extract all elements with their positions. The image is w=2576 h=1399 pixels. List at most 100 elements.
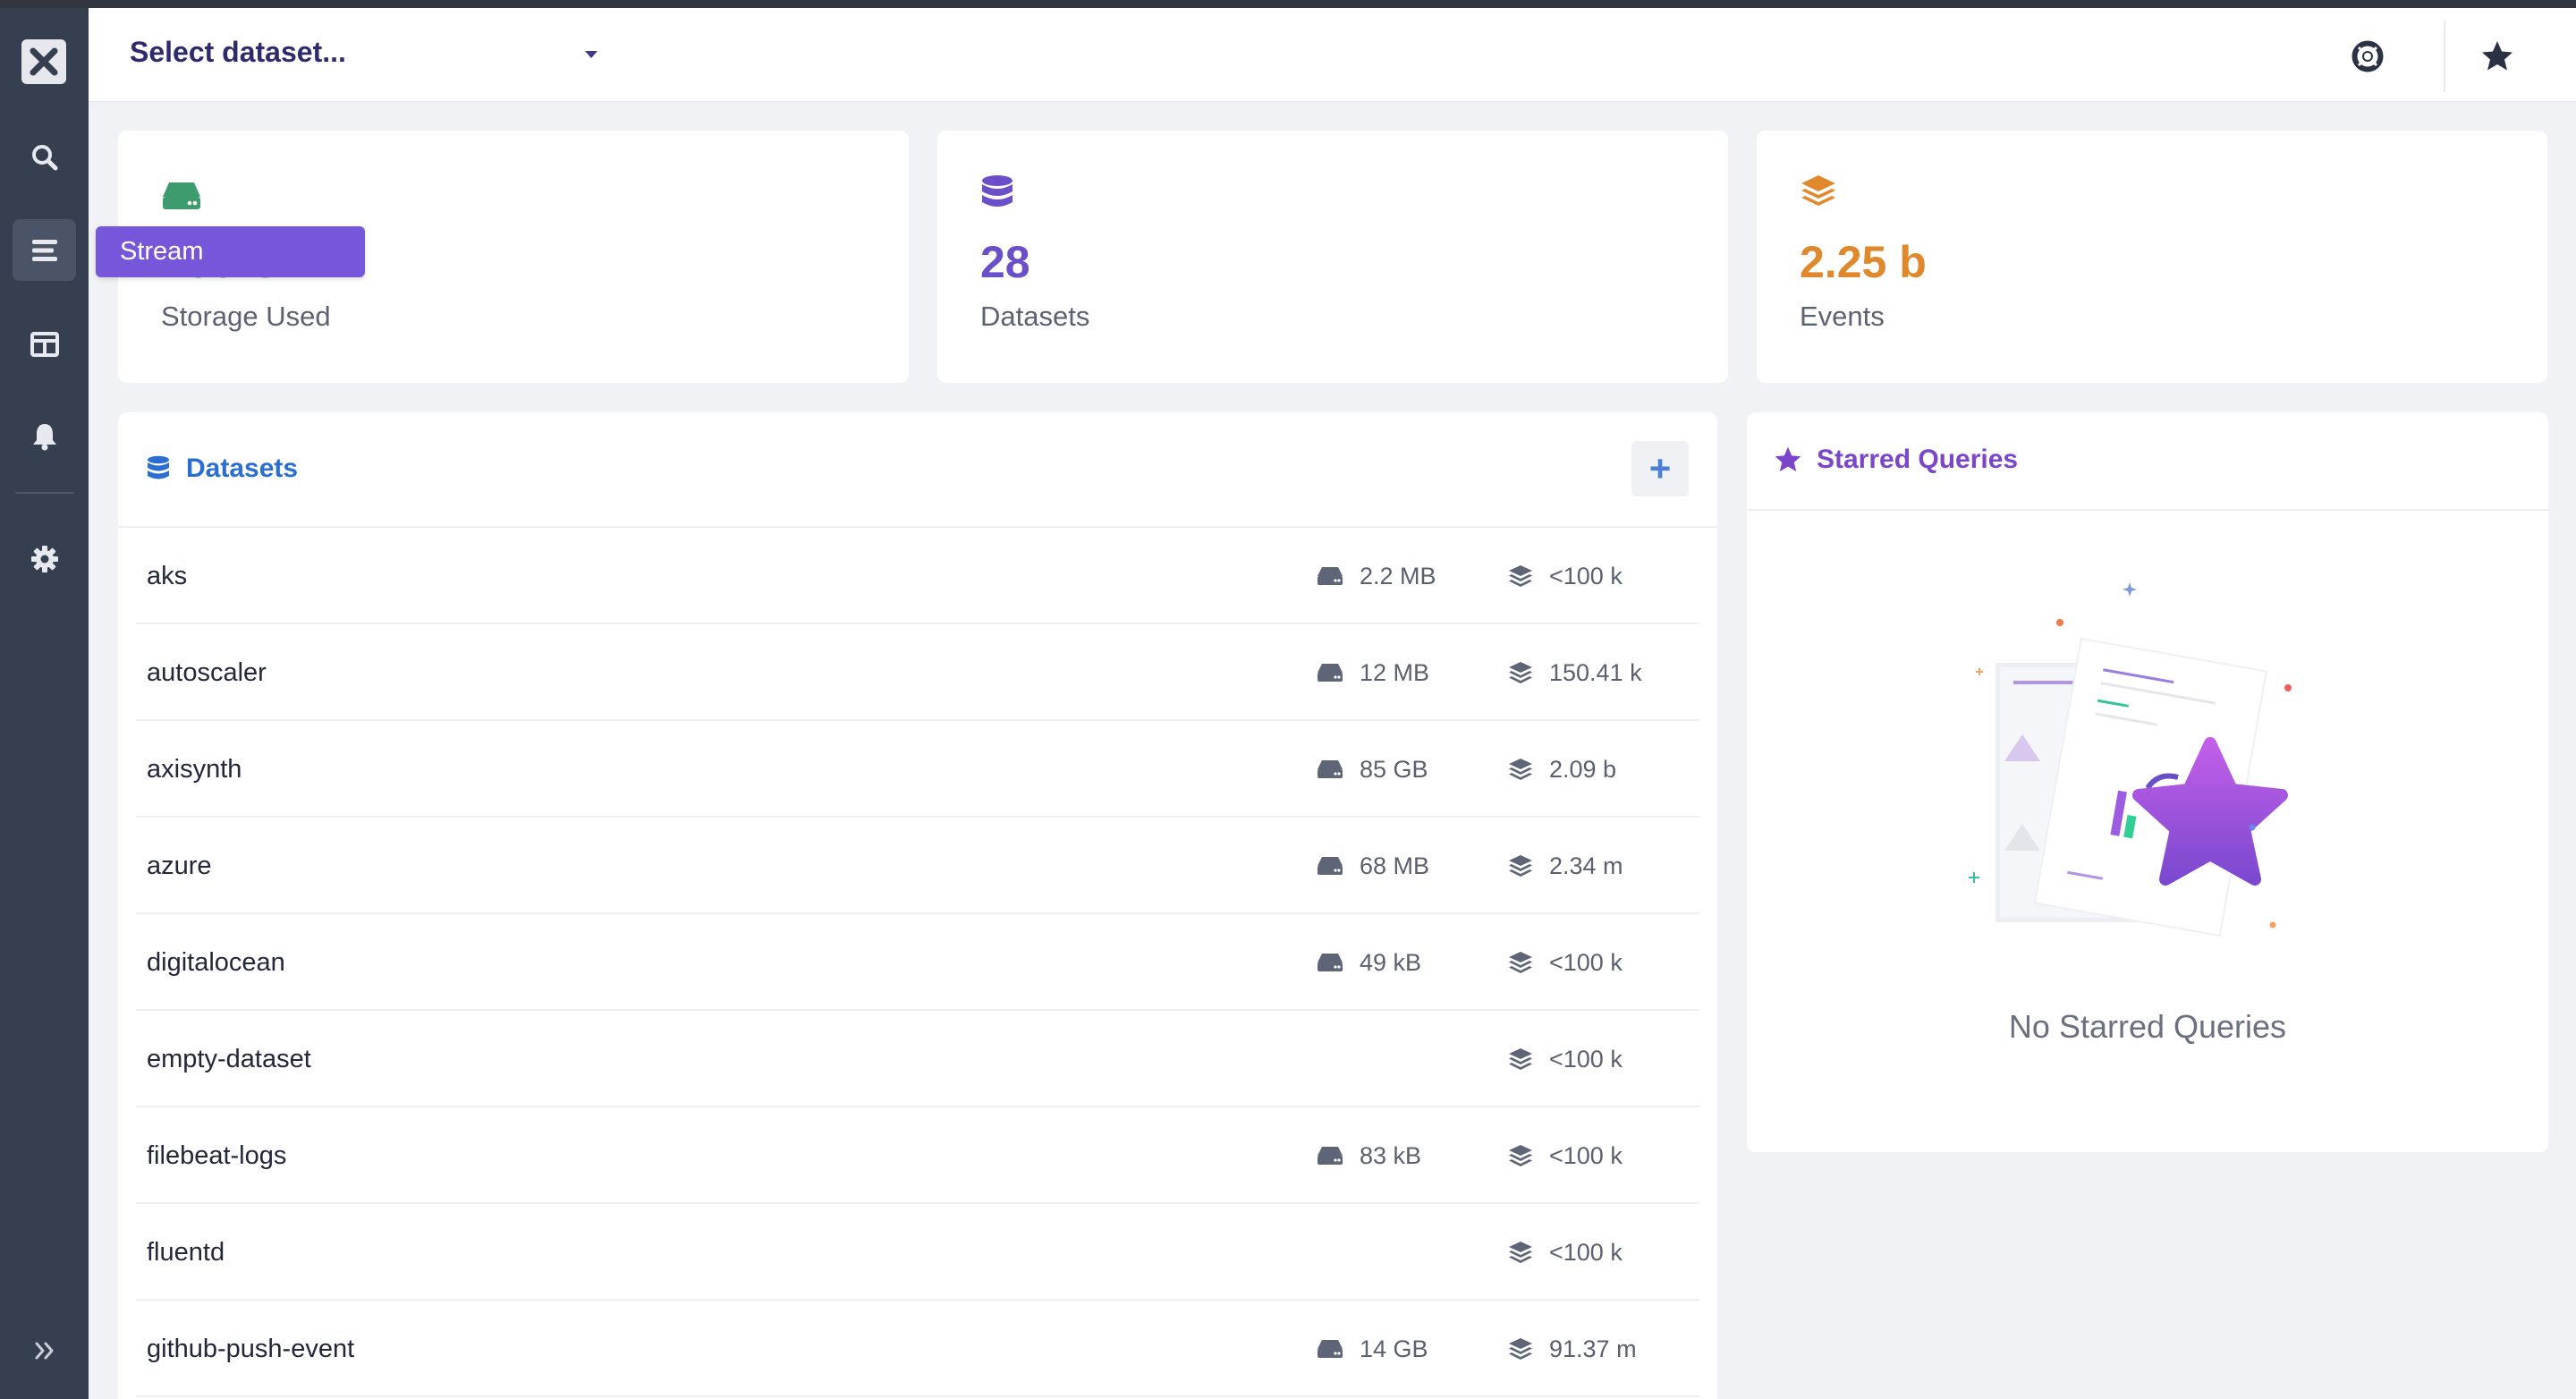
dataset-events-value: 150.41 k	[1549, 658, 1642, 686]
dataset-name[interactable]: github-push-event	[147, 1301, 354, 1397]
dataset-events-value: <100 k	[1549, 1141, 1623, 1169]
search-icon	[31, 144, 57, 170]
stat-label: Events	[1800, 301, 1885, 332]
dataset-size: 2.2 MB	[1317, 528, 1436, 624]
dataset-size-value: 83 kB	[1360, 1141, 1422, 1169]
layers-icon	[1801, 175, 1835, 206]
database-icon	[982, 175, 1013, 207]
gear-icon	[30, 545, 58, 572]
stream-icon	[31, 239, 57, 261]
dataset-row[interactable]: fluentd <100 k	[136, 1204, 1699, 1301]
dataset-events-value: 2.34 m	[1549, 852, 1623, 879]
dataset-name[interactable]: empty-dataset	[147, 1011, 311, 1107]
datasets-panel-title: Datasets	[147, 454, 298, 484]
hdd-icon	[1318, 760, 1343, 778]
dataset-row[interactable]: aks 2.2 MB <100 k	[136, 528, 1699, 624]
logo-x-icon	[30, 47, 58, 76]
dataset-events-value: 2.09 b	[1549, 755, 1617, 783]
stat-card-datasets: 28 Datasets	[937, 131, 1728, 383]
dataset-size-value: 14 GB	[1360, 1335, 1428, 1362]
dataset-select[interactable]: Select dataset...	[130, 36, 346, 69]
dataset-row[interactable]: azure 68 MB 2.34 m	[136, 818, 1699, 914]
dataset-events: <100 k	[1508, 1011, 1623, 1107]
app-logo[interactable]	[21, 39, 66, 84]
dataset-row[interactable]: autoscaler 12 MB 150.41 k	[136, 624, 1699, 721]
layers-icon	[1509, 1242, 1532, 1263]
dataset-size-value: 49 kB	[1360, 948, 1422, 976]
layers-icon	[1509, 1048, 1532, 1070]
dataset-name[interactable]: azure	[147, 818, 212, 914]
layers-icon	[1509, 952, 1532, 973]
stat-card-events: 2.25 b Events	[1757, 131, 2547, 383]
dashboard-icon	[30, 331, 59, 357]
dataset-name[interactable]: filebeat-logs	[147, 1107, 286, 1204]
dataset-events-value: <100 k	[1549, 1238, 1623, 1266]
star-icon[interactable]	[2480, 39, 2514, 73]
stat-value: 28	[980, 237, 1030, 287]
dataset-name[interactable]: axisynth	[147, 721, 242, 818]
sidebar-expand-button[interactable]	[13, 1319, 76, 1381]
dataset-name[interactable]: autoscaler	[147, 624, 267, 721]
layers-icon	[1509, 855, 1532, 877]
sidebar-item-monitors[interactable]	[13, 405, 76, 467]
dataset-size-value: 68 MB	[1360, 852, 1430, 879]
hdd-icon	[163, 182, 200, 209]
layers-icon	[1509, 759, 1532, 780]
no-starred-queries-text: No Starred Queries	[2008, 1008, 2287, 1045]
dataset-size-value: 85 GB	[1360, 755, 1428, 783]
sidebar-item-settings[interactable]	[13, 528, 76, 589]
hdd-icon	[1318, 567, 1343, 585]
dataset-row[interactable]: filebeat-logs 83 kB <100 k	[136, 1107, 1699, 1204]
sidebar-item-stream[interactable]	[13, 219, 76, 281]
hdd-icon	[1318, 954, 1343, 971]
dataset-row[interactable]: empty-dataset <100 k	[136, 1011, 1699, 1107]
dataset-size: 12 MB	[1317, 624, 1429, 721]
add-dataset-button[interactable]: +	[1631, 441, 1689, 496]
dataset-events-value: 91.37 m	[1549, 1335, 1637, 1362]
dataset-name[interactable]: aks	[147, 528, 187, 624]
dataset-name[interactable]: digitalocean	[147, 914, 285, 1011]
dataset-events: <100 k	[1508, 1204, 1623, 1301]
dataset-row[interactable]: github-push-event 14 GB 91.37 m	[136, 1301, 1699, 1397]
dataset-events: 91.37 m	[1508, 1301, 1637, 1397]
sidebar-item-dashboards[interactable]	[13, 313, 76, 375]
dataset-name[interactable]: fluentd	[147, 1204, 225, 1301]
sidebar-tooltip: Stream	[96, 226, 365, 277]
layers-icon	[1509, 1145, 1532, 1166]
layers-icon	[1509, 662, 1532, 683]
hdd-icon	[1318, 1340, 1343, 1358]
dataset-events: <100 k	[1508, 528, 1623, 624]
help-icon[interactable]	[2351, 40, 2384, 72]
dataset-row[interactable]: digitalocean 49 kB <100 k	[136, 914, 1699, 1011]
window-top-bar	[0, 0, 2576, 8]
stat-label: Storage Used	[161, 301, 331, 332]
dataset-size-value: 2.2 MB	[1360, 562, 1436, 589]
dataset-events: <100 k	[1508, 914, 1623, 1011]
sidebar-item-search[interactable]	[13, 126, 76, 188]
dataset-row[interactable]: axisynth 85 GB 2.09 b	[136, 721, 1699, 818]
dataset-size-value: 12 MB	[1360, 658, 1430, 686]
dataset-events: <100 k	[1508, 1107, 1623, 1204]
double-chevron-right-icon	[35, 1342, 53, 1359]
header-separator	[2444, 21, 2445, 92]
dataset-events: 2.34 m	[1508, 818, 1623, 914]
dataset-size: 49 kB	[1317, 914, 1421, 1011]
dataset-events-value: <100 k	[1549, 562, 1623, 589]
hdd-icon	[1318, 1147, 1343, 1165]
caret-down-icon[interactable]	[585, 51, 597, 58]
dataset-events: 150.41 k	[1508, 624, 1642, 721]
datasets-title-text: Datasets	[186, 454, 299, 483]
dataset-events-value: <100 k	[1549, 948, 1623, 976]
star-icon	[1775, 446, 1801, 472]
dataset-size: 83 kB	[1317, 1107, 1421, 1204]
stat-value: 2.25 b	[1800, 237, 1927, 287]
dataset-select-label: Select dataset...	[130, 36, 346, 68]
bell-icon	[32, 423, 56, 450]
hdd-icon	[1318, 857, 1343, 875]
starred-title-text: Starred Queries	[1817, 445, 2019, 474]
stat-label: Datasets	[980, 301, 1090, 332]
dataset-events: 2.09 b	[1508, 721, 1616, 818]
dataset-events-value: <100 k	[1549, 1045, 1623, 1073]
sidebar	[0, 8, 89, 1399]
starred-queries-title: Starred Queries	[1774, 445, 2018, 475]
